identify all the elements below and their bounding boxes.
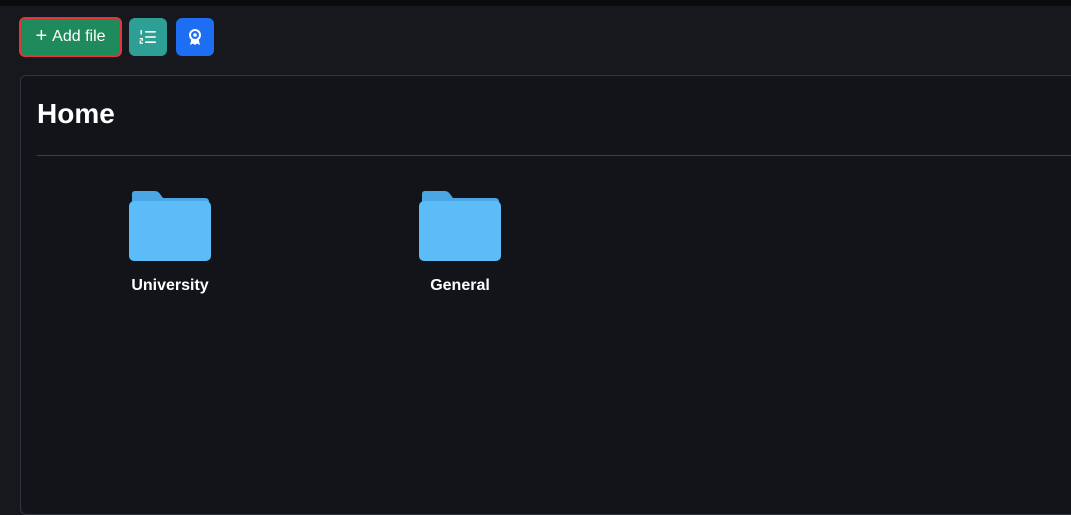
folder-label: University [131,277,209,294]
badge-button[interactable] [176,18,214,56]
numbered-list-icon [139,30,156,44]
window-top-bar [0,0,1071,6]
folder-icon [129,191,211,261]
title-divider [37,155,1071,156]
list-view-button[interactable] [129,18,167,56]
plus-icon: + [35,25,48,47]
toolbar: + Add file [19,17,214,57]
folder-item-general[interactable]: General [410,191,510,295]
add-file-button[interactable]: + Add file [19,17,122,57]
award-badge-icon [189,29,201,45]
page-title: Home [37,98,115,129]
folder-icon [419,191,501,261]
folder-label: General [430,277,490,294]
file-browser-panel: Home University General [20,75,1071,515]
add-file-label: Add file [52,28,106,45]
folder-item-university[interactable]: University [120,191,220,295]
